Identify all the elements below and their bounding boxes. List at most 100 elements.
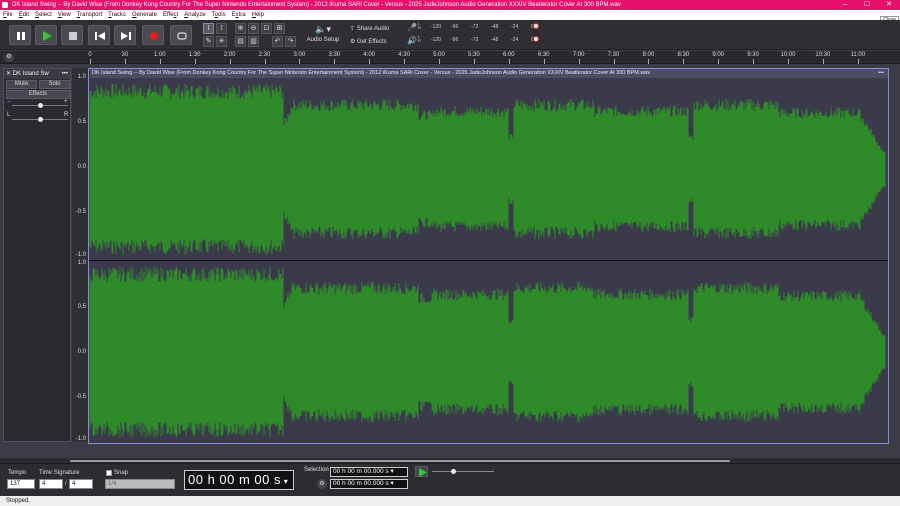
trim-button[interactable]: ▤ [235,36,246,47]
menu-view[interactable]: View [55,10,74,20]
snap-dropdown[interactable]: 1/4 [105,479,175,489]
draw-tool[interactable]: ✎ [203,36,214,47]
play-meter-level-knob[interactable] [533,36,539,42]
selection-start[interactable]: 00 h 00 m 00.000 s ▾ [330,467,408,477]
toolbar: I ⟟ ✎ ✳ ⊕ ⊖ ⊡ ⊞ ▤ ▥ ↶ ↷ 🔈▾ Audio Setup ⇪… [0,20,900,50]
time-signature-numerator[interactable]: 4 [39,479,63,489]
envelope-tool[interactable]: ⟟ [216,23,227,34]
stop-button[interactable] [61,25,83,45]
selection-start-dropdown-icon[interactable]: ▾ [389,468,393,475]
menu-effect[interactable]: Effect [160,10,181,20]
track-control-panel[interactable]: ✕ DK Island Sw ••• Mute Solo Effects - + … [3,68,71,442]
effects-button[interactable]: Effects [6,90,70,99]
timeline-ruler[interactable]: ⚙ 0 30 1:00 1:30 2:00 2:30 3:00 3:30 4:00 4:30 5:0… [0,51,900,64]
timeline-tick-14: 7:00 [572,52,585,58]
time-signature-denominator[interactable]: 4 [69,479,93,489]
share-audio-button[interactable]: ⇪ Share Audio [350,24,398,34]
skip-to-end-button[interactable] [114,25,136,45]
menu-edit[interactable]: Edit [16,10,32,20]
selection-tool[interactable]: I [203,23,214,34]
fit-project-button[interactable]: ⊞ [274,23,285,34]
rec-meter-level-knob[interactable] [533,23,539,29]
ch1-label-neg0.5: -0.5 [75,209,86,215]
playback-meter[interactable]: 🔊 L R -120-96-72-48-240 [407,35,539,47]
close-track-icon[interactable]: ✕ [6,71,13,77]
fit-selection-button[interactable]: ⊡ [261,23,272,34]
mute-button[interactable]: Mute [6,80,37,89]
record-button[interactable] [142,25,164,45]
play-meter-tick-3: -48 [491,37,499,43]
audio-setup-button[interactable]: 🔈▾ Audio Setup [305,23,341,47]
ch1-label-0.5: 0.5 [77,119,86,125]
waveform-channel-2 [89,266,886,438]
speaker-meter-icon: 🔊 [407,36,417,45]
gain-slider-knob[interactable] [37,103,43,108]
minimize-button[interactable]: – [834,0,856,10]
play-meter-tick-1: -96 [451,37,459,43]
menu-extra[interactable]: Extra [229,10,249,20]
stop-icon [69,32,77,40]
menu-analyze[interactable]: Analyze [181,10,208,20]
zoom-in-button[interactable]: ⊕ [235,23,246,34]
get-effects-button[interactable]: ⚙ Get Effects [350,37,398,47]
menu-select[interactable]: Select [32,10,55,20]
ch2-label-0.5: 0.5 [77,304,86,310]
ch1-label-0: 0.0 [77,164,86,170]
undo-button[interactable]: ↶ [272,36,283,47]
track-name: DK Island Sw [12,71,49,77]
play-at-speed-button[interactable] [415,466,428,477]
menu-transport[interactable]: Transport [74,10,105,20]
clip-menu-button[interactable]: ••• [878,69,884,78]
timeline-tick-17: 8:30 [677,52,690,58]
snap-checkbox[interactable] [106,470,112,476]
timeline-tick-0: 0 [88,52,92,58]
play-button[interactable] [35,25,57,45]
clip-title-bar[interactable]: DK Island Swing -- By David Wise (From D… [90,69,888,78]
track-header[interactable]: ✕ DK Island Sw ••• [4,69,70,79]
timeline-tick-11: 5:30 [468,52,480,58]
zoom-in-icon: ⊕ [237,25,244,32]
time-signature-label: Time Signature [39,470,80,476]
tempo-input[interactable]: 137 [7,479,35,489]
skip-to-start-button[interactable] [88,25,110,45]
audio-clip[interactable]: DK Island Swing -- By David Wise (From D… [88,68,889,444]
ch2-label-1: 1.0 [77,260,86,266]
horizontal-scroll-thumb[interactable] [70,460,730,462]
menu-tracks[interactable]: Tracks [105,10,129,20]
ch2-label-neg0.5: -0.5 [75,394,86,400]
pan-left-label: L [7,112,11,118]
pan-slider-knob[interactable] [37,117,43,122]
selection-end[interactable]: 00 h 00 m 00.000 s ▾ [330,479,408,489]
rec-channels: L R [418,21,421,30]
pause-button[interactable] [9,25,31,45]
gain-slider[interactable] [12,103,68,108]
track-menu-icon[interactable]: ••• [62,69,68,79]
menu-tools[interactable]: Tools [209,10,229,20]
silence-button[interactable]: ▥ [248,36,259,47]
solo-button[interactable]: Solo [39,80,70,89]
maximize-button[interactable]: ☐ [856,0,878,10]
time-format-dropdown-icon[interactable]: ▾ [281,477,288,486]
play-at-speed-slider[interactable] [432,469,494,474]
menu-generate[interactable]: Generate [129,10,160,20]
menu-file[interactable]: File [0,10,16,20]
selection-options-button[interactable]: ⚙ [317,479,327,489]
microphone-icon: 🎤 [407,23,417,32]
menu-help[interactable]: Help [249,10,267,20]
pan-slider[interactable] [12,117,68,122]
recording-meter[interactable]: 🎤 L R -120-96-72-48-240 [407,21,539,34]
loop-button[interactable] [170,25,192,45]
pencil-icon: ✎ [205,38,212,45]
pan-right-label: R [64,112,69,118]
selection-end-dropdown-icon[interactable]: ▾ [389,480,393,487]
rec-meter-tick-2: -72 [471,24,479,30]
close-button[interactable]: ✕ [878,0,900,10]
clip-name: DK Island Swing -- By David Wise (From D… [92,70,651,76]
multi-tool[interactable]: ✳ [216,36,227,47]
redo-button[interactable]: ↷ [285,36,296,47]
waveform[interactable] [89,78,888,443]
zoom-out-button[interactable]: ⊖ [248,23,259,34]
timeline-tick-15: 7:30 [607,52,620,58]
timeline-tick-4: 2:00 [223,52,236,58]
time-display[interactable]: 00 h 00 m 00 s ▾ [184,470,294,490]
